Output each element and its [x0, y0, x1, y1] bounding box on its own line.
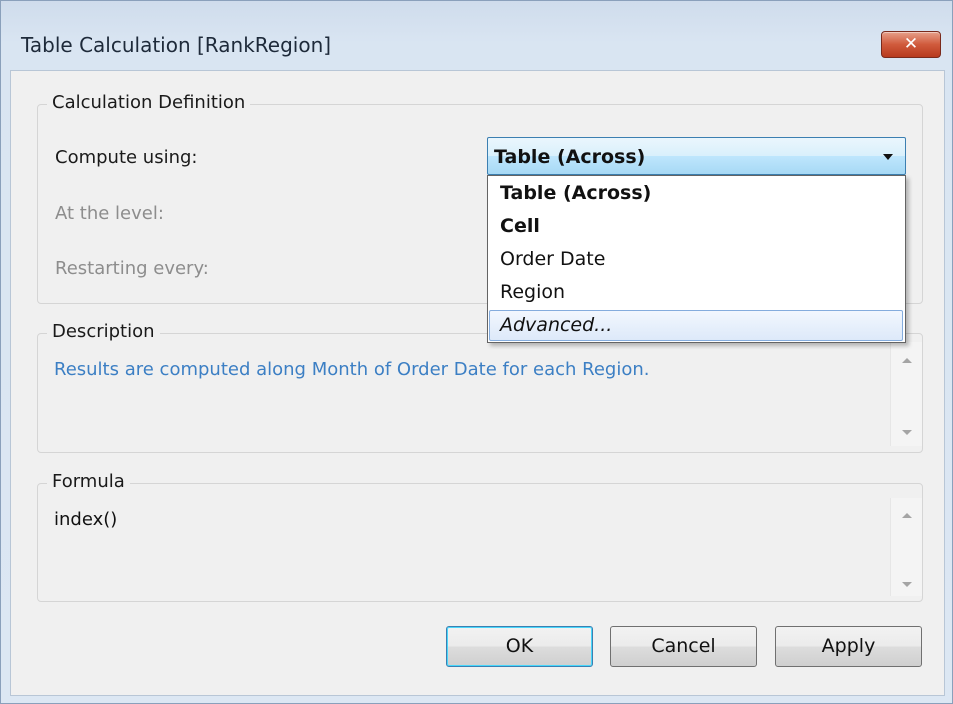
description-text: Results are computed along Month of Orde…: [54, 359, 650, 380]
description-legend: Description: [47, 321, 160, 342]
title-bar[interactable]: Table Calculation [RankRegion] ✕: [1, 1, 952, 69]
formula-legend: Formula: [47, 471, 130, 492]
table-calculation-dialog: Table Calculation [RankRegion] ✕ Calcula…: [0, 0, 953, 704]
dropdown-item-advanced[interactable]: Advanced...: [500, 314, 612, 336]
formula-scrollbar[interactable]: [890, 498, 922, 596]
restarting-every-label: Restarting every:: [55, 258, 209, 279]
description-group: Description: [37, 321, 923, 453]
chevron-down-icon[interactable]: [883, 154, 893, 160]
formula-group: Formula: [37, 471, 923, 602]
ok-button[interactable]: OK: [446, 626, 593, 667]
compute-using-select[interactable]: Table (Across): [487, 137, 906, 175]
dropdown-item-region[interactable]: Region: [500, 281, 565, 303]
apply-button[interactable]: Apply: [775, 626, 922, 667]
calculation-definition-legend: Calculation Definition: [47, 92, 251, 113]
description-scrollbar[interactable]: [890, 342, 922, 446]
scroll-down-icon[interactable]: [902, 430, 912, 435]
scroll-up-icon[interactable]: [902, 513, 912, 518]
dropdown-item-table-across[interactable]: Table (Across): [500, 182, 651, 204]
cancel-button[interactable]: Cancel: [610, 626, 757, 667]
at-the-level-label: At the level:: [55, 203, 164, 224]
close-button[interactable]: ✕: [881, 31, 941, 58]
formula-text[interactable]: index(): [54, 509, 117, 530]
dialog-client-area: Calculation Definition Compute using: At…: [10, 70, 945, 696]
compute-using-dropdown-list: Table (Across) Cell Order Date Region Ad…: [487, 175, 906, 343]
dropdown-item-order-date[interactable]: Order Date: [500, 248, 605, 270]
scroll-up-icon[interactable]: [902, 358, 912, 363]
scroll-down-icon[interactable]: [902, 582, 912, 587]
dialog-title: Table Calculation [RankRegion]: [21, 33, 332, 57]
compute-using-label: Compute using:: [55, 147, 198, 168]
compute-using-selected-value: Table (Across): [494, 146, 646, 168]
dropdown-item-cell[interactable]: Cell: [500, 215, 540, 237]
close-icon: ✕: [903, 34, 919, 54]
